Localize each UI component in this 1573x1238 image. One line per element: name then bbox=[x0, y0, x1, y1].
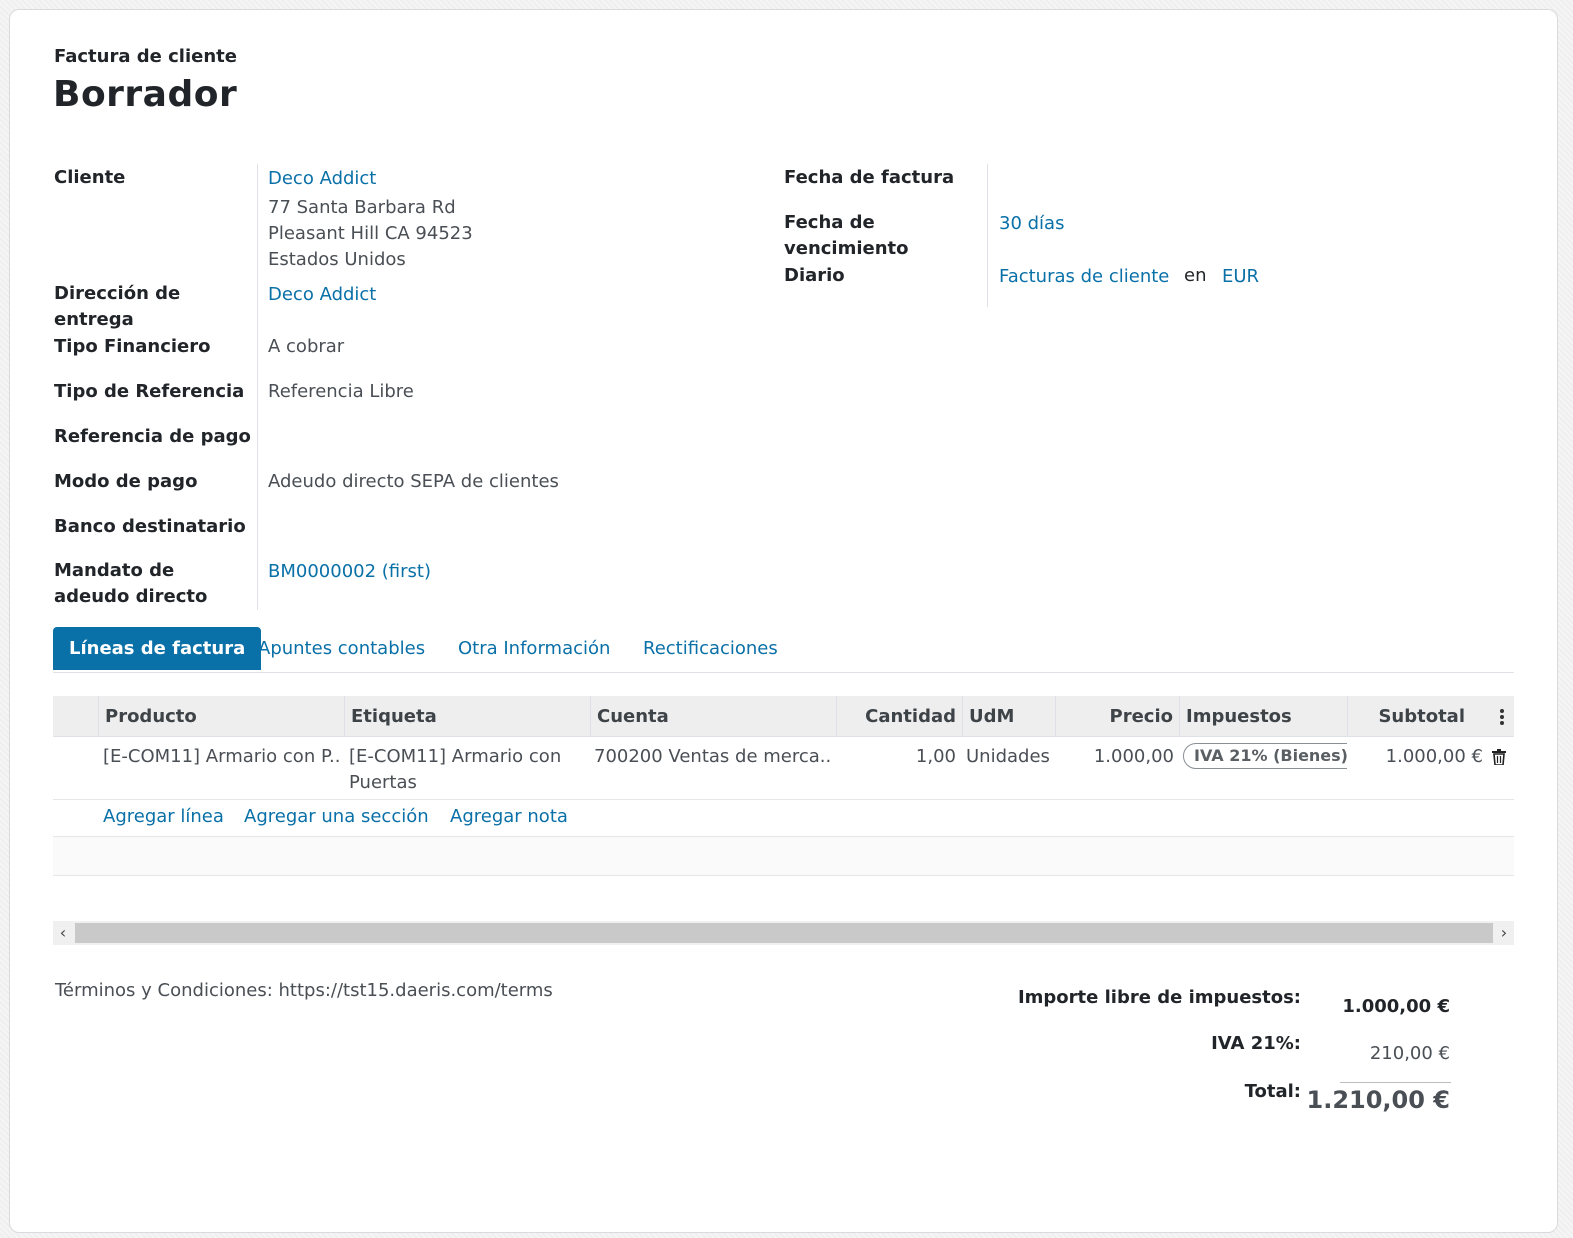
cell-precio[interactable]: 1.000,00 bbox=[1055, 744, 1174, 770]
tab-otra-informacion[interactable]: Otra Información bbox=[442, 627, 626, 670]
kebab-menu-icon[interactable] bbox=[1499, 708, 1505, 726]
cell-cantidad[interactable]: 1,00 bbox=[836, 744, 956, 770]
cell-subtotal: 1.000,00 € bbox=[1385, 746, 1483, 767]
diario-en-text: en bbox=[1184, 265, 1207, 286]
cell-etiqueta-line: Puertas bbox=[349, 772, 417, 793]
table-header: Producto Etiqueta Cuenta Cantidad UdM Pr… bbox=[53, 696, 1514, 737]
banco-destinatario-label: Banco destinatario bbox=[54, 516, 246, 537]
cliente-link[interactable]: Deco Addict bbox=[268, 166, 376, 192]
fecha-vencimiento-label: Fecha de vencimiento bbox=[784, 210, 909, 262]
untaxed-amount-label: Importe libre de impuestos: bbox=[1017, 987, 1301, 1008]
cell-impuestos[interactable]: IVA 21% (Bienes) bbox=[1183, 743, 1347, 769]
total-label: Total: bbox=[1244, 1081, 1301, 1102]
cell-etiqueta-line: [E-COM11] Armario con bbox=[349, 746, 562, 767]
cell-etiqueta[interactable]: [E-COM11] Armario con Puertas bbox=[349, 744, 585, 796]
total-divider bbox=[1340, 1082, 1451, 1083]
tipo-referencia-label: Tipo de Referencia bbox=[54, 381, 245, 402]
diario-link[interactable]: Facturas de cliente bbox=[999, 264, 1169, 290]
cliente-address-line: 77 Santa Barbara Rd bbox=[268, 197, 456, 218]
col-header-udm[interactable]: UdM bbox=[962, 696, 1055, 737]
entrega-label: Dirección de entrega bbox=[54, 281, 180, 333]
table-row[interactable]: [E-COM11] Armario con P... [E-COM11] Arm… bbox=[53, 737, 1514, 800]
modo-pago-value[interactable]: Adeudo directo SEPA de clientes bbox=[268, 469, 559, 495]
mandato-label-line: Mandato de bbox=[54, 560, 175, 581]
payment-term-link[interactable]: 30 días bbox=[999, 211, 1064, 237]
mandato-label: Mandato de adeudo directo bbox=[54, 558, 207, 610]
tax-badge: IVA 21% (Bienes) bbox=[1183, 743, 1347, 769]
horizontal-scrollbar[interactable]: ‹ › bbox=[53, 921, 1514, 945]
tipo-financiero-value[interactable]: A cobrar bbox=[268, 334, 344, 360]
col-header-producto[interactable]: Producto bbox=[98, 696, 344, 737]
trash-icon[interactable] bbox=[1492, 749, 1506, 765]
chevron-left-icon[interactable]: ‹ bbox=[53, 921, 73, 945]
add-line-row: Agregar línea Agregar una sección Agrega… bbox=[53, 800, 1514, 837]
col-header-etiqueta[interactable]: Etiqueta bbox=[344, 696, 590, 737]
currency-link[interactable]: EUR bbox=[1222, 264, 1259, 290]
cliente-label: Cliente bbox=[54, 167, 126, 188]
diario-label: Diario bbox=[784, 265, 845, 286]
tab-lineas-factura[interactable]: Líneas de factura bbox=[53, 627, 262, 670]
add-note-link[interactable]: Agregar nota bbox=[450, 806, 568, 827]
tipo-referencia-value[interactable]: Referencia Libre bbox=[268, 379, 414, 405]
fecha-vencimiento-label-line: Fecha de bbox=[784, 212, 875, 233]
field-separator bbox=[257, 164, 258, 610]
notebook-tabs: Líneas de factura Apuntes contables Otra… bbox=[53, 627, 1514, 673]
empty-row bbox=[53, 837, 1514, 876]
iva-value: 210,00 € bbox=[1369, 1043, 1450, 1064]
cell-producto[interactable]: [E-COM11] Armario con P... bbox=[103, 744, 339, 770]
cliente-address-line: Estados Unidos bbox=[268, 249, 406, 270]
col-header-cuenta[interactable]: Cuenta bbox=[590, 696, 836, 737]
modo-pago-label: Modo de pago bbox=[54, 471, 198, 492]
mandato-link[interactable]: BM0000002 (first) bbox=[268, 559, 431, 585]
invoice-form-sheet: Factura de cliente Borrador Cliente Deco… bbox=[9, 9, 1558, 1233]
iva-label: IVA 21%: bbox=[1211, 1033, 1301, 1054]
col-header-precio[interactable]: Precio bbox=[1055, 696, 1179, 737]
fecha-factura-label: Fecha de factura bbox=[784, 167, 955, 188]
cell-udm[interactable]: Unidades bbox=[966, 744, 1056, 770]
tipo-financiero-label: Tipo Financiero bbox=[54, 336, 211, 357]
col-header-subtotal[interactable]: Subtotal bbox=[1347, 696, 1471, 737]
cell-cuenta[interactable]: 700200 Ventas de merca... bbox=[594, 744, 832, 770]
tab-rectificaciones[interactable]: Rectificaciones bbox=[627, 627, 794, 670]
col-header-impuestos[interactable]: Impuestos bbox=[1179, 696, 1347, 737]
fecha-vencimiento-label-line: vencimiento bbox=[784, 238, 909, 259]
terms-and-conditions[interactable]: Términos y Condiciones: https://tst15.da… bbox=[55, 980, 553, 1001]
field-separator bbox=[987, 164, 988, 307]
add-section-link[interactable]: Agregar una sección bbox=[244, 806, 429, 827]
referencia-pago-label: Referencia de pago bbox=[54, 426, 251, 447]
tab-apuntes-contables[interactable]: Apuntes contables bbox=[242, 627, 441, 670]
entrega-link[interactable]: Deco Addict bbox=[268, 282, 376, 308]
col-header-cantidad[interactable]: Cantidad bbox=[836, 696, 962, 737]
cliente-address-line: Pleasant Hill CA 94523 bbox=[268, 223, 473, 244]
add-line-link[interactable]: Agregar línea bbox=[103, 806, 224, 827]
untaxed-amount-value: 1.000,00 € bbox=[1342, 996, 1450, 1017]
mandato-label-line: adeudo directo bbox=[54, 586, 208, 607]
page-title: Borrador bbox=[53, 74, 238, 115]
entrega-label-line: entrega bbox=[54, 309, 134, 330]
chevron-right-icon[interactable]: › bbox=[1494, 921, 1514, 945]
scrollbar-thumb[interactable] bbox=[75, 923, 1493, 943]
entrega-label-line: Dirección de bbox=[54, 283, 181, 304]
form-subtitle: Factura de cliente bbox=[54, 46, 237, 67]
total-value: 1.210,00 € bbox=[1306, 1086, 1450, 1114]
